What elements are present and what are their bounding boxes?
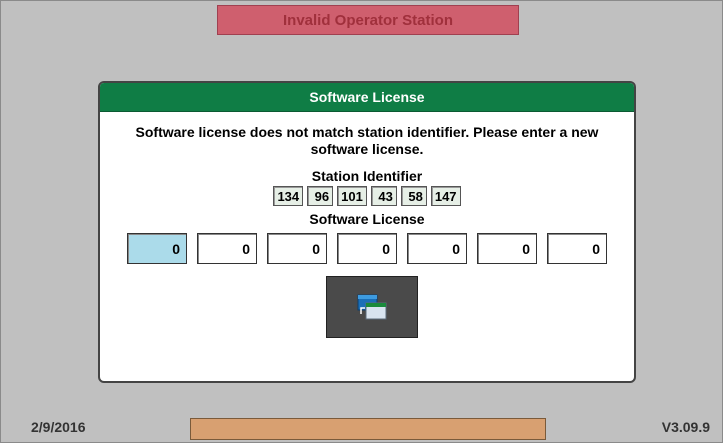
window-switch-icon	[357, 294, 387, 320]
status-banner: Invalid Operator Station	[217, 5, 519, 35]
license-field-4[interactable]: 0	[337, 233, 397, 264]
software-license-label: Software License	[309, 211, 425, 227]
license-field-1[interactable]: 0	[127, 233, 187, 264]
station-id-value: 43	[370, 186, 397, 206]
license-field-6[interactable]: 0	[477, 233, 537, 264]
station-identifier-row: 134 96 101 43 58 147	[100, 186, 634, 206]
software-license-row: 0 0 0 0 0 0 0	[100, 233, 634, 264]
license-field-7[interactable]: 0	[547, 233, 607, 264]
footer-date: 2/9/2016	[31, 419, 86, 435]
license-dialog: Software License Software license does n…	[98, 81, 636, 383]
dialog-message: Software license does not match station …	[135, 124, 599, 157]
action-area	[100, 276, 634, 338]
footer-status-bar	[190, 418, 546, 440]
dialog-title: Software License	[100, 83, 634, 112]
station-id-value: 147	[430, 186, 461, 206]
switch-window-button[interactable]	[326, 276, 418, 338]
screen: Invalid Operator Station Software Licens…	[0, 0, 723, 443]
station-identifier-label: Station Identifier	[311, 168, 423, 184]
station-id-value: 58	[400, 186, 427, 206]
station-id-value: 101	[337, 186, 367, 206]
license-field-5[interactable]: 0	[407, 233, 467, 264]
license-field-3[interactable]: 0	[267, 233, 327, 264]
footer-version: V3.09.9	[661, 419, 710, 435]
station-id-value: 96	[307, 186, 334, 206]
license-field-2[interactable]: 0	[197, 233, 257, 264]
station-id-value: 134	[273, 186, 304, 206]
